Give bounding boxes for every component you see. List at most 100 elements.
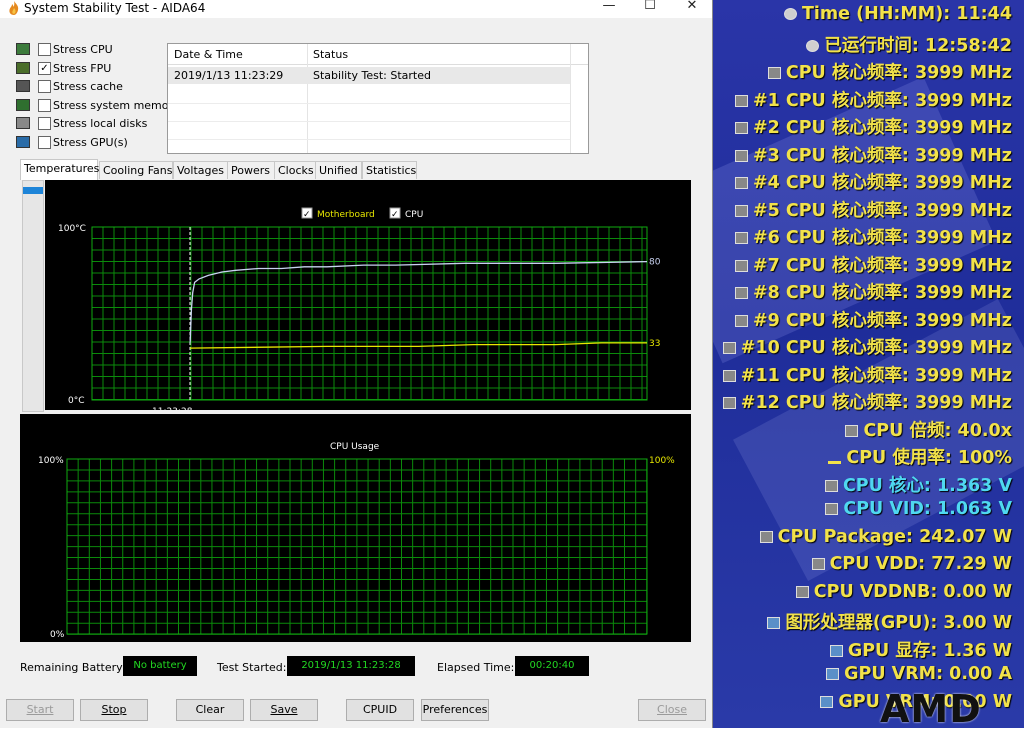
cpu-icon bbox=[825, 503, 839, 515]
osd-line-text: #1 CPU 核心频率: 3999 MHz bbox=[752, 90, 1012, 111]
tab-powers[interactable]: Powers bbox=[227, 161, 275, 179]
gpu-icon bbox=[767, 617, 781, 629]
column-divider bbox=[307, 44, 308, 153]
cpu-icon bbox=[722, 342, 736, 354]
cpu-icon bbox=[759, 530, 773, 543]
tab-statistics[interactable]: Statistics bbox=[362, 161, 417, 179]
stop-button[interactable]: Stop bbox=[80, 699, 148, 721]
osd-line-text: GPU 显存: 1.36 W bbox=[847, 640, 1012, 661]
log-header-datetime[interactable]: Date & Time bbox=[174, 48, 243, 61]
cache-icon bbox=[16, 80, 30, 92]
tab-clocks[interactable]: Clocks bbox=[274, 161, 316, 179]
plot-border bbox=[91, 226, 648, 401]
y-axis-bottom-label: 0% bbox=[50, 630, 65, 640]
gpu-icon bbox=[826, 668, 840, 680]
cpu-usage-chart: CPU Usage 100% 0% 100% bbox=[20, 414, 691, 642]
maximize-button[interactable]: ☐ bbox=[636, 0, 664, 18]
test-started-label: Test Started: bbox=[217, 661, 287, 674]
stress-option-label: Stress local disks bbox=[53, 117, 148, 130]
test-started-value: 2019/1/13 11:23:28 bbox=[287, 656, 415, 676]
cpu-icon bbox=[722, 397, 736, 409]
osd-line: 图形处理器(GPU): 3.00 W bbox=[767, 609, 1012, 634]
osd-line: #12 CPU 核心频率: 3999 MHz bbox=[722, 389, 1012, 414]
cpu-usage-title: CPU Usage bbox=[330, 442, 380, 452]
osd-line-text: CPU Package: 242.07 W bbox=[777, 526, 1012, 547]
tab-cooling-fans[interactable]: Cooling Fans bbox=[99, 161, 173, 179]
osd-line: 已运行时间: 12:58:42 bbox=[806, 32, 1012, 57]
row-divider bbox=[168, 121, 570, 122]
cpu-chip-icon bbox=[16, 43, 30, 55]
clock-icon bbox=[783, 8, 797, 20]
elapsed-time-value: 00:20:40 bbox=[515, 656, 589, 676]
tab-temperatures[interactable]: Temperatures bbox=[20, 159, 99, 180]
start-label: Start bbox=[26, 703, 54, 716]
log-header-status[interactable]: Status bbox=[313, 48, 348, 61]
osd-line: CPU 核心: 1.363 V bbox=[824, 472, 1012, 497]
osd-line: GPU 显存: 1.36 W bbox=[829, 637, 1012, 662]
x-marker-label: 11:23:28 bbox=[152, 407, 193, 410]
checkbox[interactable]: ✓ bbox=[38, 61, 51, 75]
minimize-button[interactable]: — bbox=[595, 0, 623, 18]
log-status-cell: Stability Test: Started bbox=[313, 69, 431, 82]
checkbox[interactable] bbox=[38, 43, 51, 56]
cpu-usage-grid bbox=[66, 458, 648, 635]
amd-watermark: AMD bbox=[880, 687, 982, 731]
stop-label: Stop bbox=[101, 703, 127, 716]
stress-option-label: Stress system memory bbox=[53, 98, 180, 112]
checkbox[interactable] bbox=[38, 98, 51, 112]
clear-button[interactable]: Clear bbox=[176, 699, 244, 721]
osd-line-text: 已运行时间: 12:58:42 bbox=[824, 35, 1012, 56]
tab-unified[interactable]: Unified bbox=[315, 161, 362, 179]
close-button[interactable]: Close bbox=[638, 699, 706, 721]
osd-line: CPU 倍频: 40.0x bbox=[845, 417, 1012, 442]
temperature-grid bbox=[91, 226, 647, 400]
legend-label: Motherboard bbox=[317, 210, 375, 220]
battery-label: Remaining Battery: bbox=[20, 661, 126, 674]
osd-line-text: CPU VID: 1.063 V bbox=[843, 499, 1012, 519]
log-table[interactable]: Date & Time Status 2019/1/13 11:23:29 St… bbox=[167, 43, 589, 154]
osd-line: #2 CPU 核心频率: 3999 MHz bbox=[734, 114, 1012, 139]
preferences-button[interactable]: Preferences bbox=[421, 699, 489, 721]
elapsed-time-label: Elapsed Time: bbox=[437, 661, 515, 674]
monitor-icon bbox=[16, 135, 30, 148]
row-divider bbox=[168, 139, 570, 140]
osd-line: CPU Package: 242.07 W bbox=[759, 526, 1012, 547]
series-line-motherboard bbox=[189, 342, 647, 349]
osd-line-text: GPU VRM: 0.00 A bbox=[844, 664, 1012, 684]
cpu-icon bbox=[734, 314, 748, 327]
legend-check-mark: ✓ bbox=[391, 210, 399, 220]
cpuid-button[interactable]: CPUID bbox=[346, 699, 414, 721]
checkbox[interactable] bbox=[38, 80, 51, 93]
battery-value: No battery bbox=[123, 656, 197, 676]
osd-line: CPU VDD: 77.29 W bbox=[811, 554, 1012, 574]
checkbox[interactable] bbox=[38, 135, 51, 149]
osd-line-text: #2 CPU 核心频率: 3999 MHz bbox=[752, 118, 1012, 138]
cpuid-label: CPUID bbox=[362, 703, 398, 716]
close-window-button[interactable]: ✕ bbox=[678, 0, 706, 18]
cpu-icon bbox=[734, 94, 748, 107]
osd-line: #4 CPU 核心频率: 3999 MHz bbox=[734, 169, 1012, 194]
sensor-list-scroll[interactable] bbox=[22, 180, 44, 412]
y-axis-top-label: 100°C bbox=[58, 224, 86, 234]
window-client-area: Stress CPU ✓ Stress FPU Stress cache Stress … bbox=[0, 18, 712, 728]
column-divider bbox=[570, 44, 571, 153]
cpu-icon bbox=[795, 585, 809, 598]
osd-line-text: #8 CPU 核心频率: 3999 MHz bbox=[752, 283, 1012, 303]
osd-line: #7 CPU 核心频率: 3999 MHz bbox=[734, 252, 1012, 277]
osd-line-text: #7 CPU 核心频率: 3999 MHz bbox=[752, 255, 1012, 276]
tab-voltages[interactable]: Voltages bbox=[173, 161, 228, 179]
memory-icon bbox=[16, 98, 30, 111]
osd-line: CPU 使用率: 100% bbox=[828, 444, 1012, 469]
checkbox[interactable] bbox=[38, 117, 51, 130]
save-button[interactable]: Save bbox=[250, 699, 318, 721]
selected-sensor-indicator[interactable] bbox=[23, 187, 43, 194]
osd-line-text: #12 CPU 核心频率: 3999 MHz bbox=[740, 393, 1012, 413]
row-divider bbox=[168, 103, 570, 104]
table-row[interactable]: 2019/1/13 11:23:29 Stability Test: Start… bbox=[168, 67, 570, 84]
start-button[interactable]: Start bbox=[6, 699, 74, 721]
osd-line-text: #10 CPU 核心频率: 3999 MHz bbox=[740, 338, 1012, 358]
aida64-window: System Stability Test - AIDA64 — ☐ ✕ Str… bbox=[0, 0, 713, 728]
osd-line: GPU VRM: 0.00 A bbox=[826, 664, 1012, 684]
osd-line: #11 CPU 核心频率: 3999 MHz bbox=[722, 362, 1012, 387]
title-bar[interactable]: System Stability Test - AIDA64 — ☐ ✕ bbox=[0, 0, 712, 18]
